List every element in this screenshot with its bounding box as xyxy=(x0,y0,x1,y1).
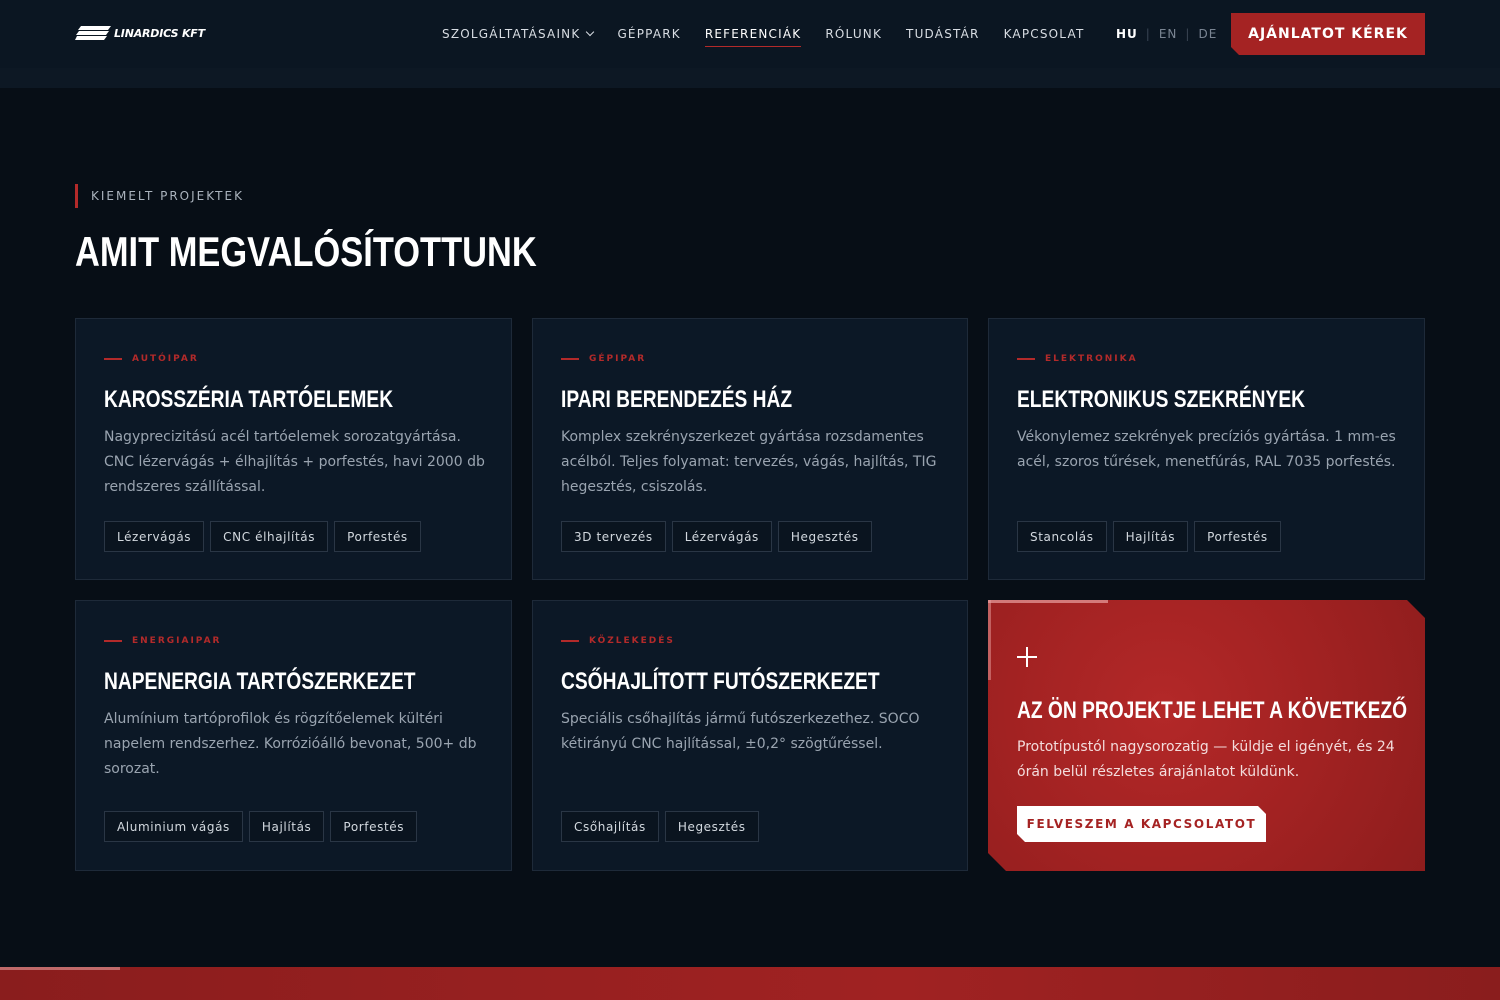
brand-logo[interactable]: LINARDICS KFT xyxy=(75,25,205,41)
category-label: GÉPIPAR xyxy=(589,354,647,364)
tag: Hegesztés xyxy=(777,521,872,552)
nav-item-label: TUDÁSTÁR xyxy=(906,27,980,41)
tag: Lézervágás xyxy=(104,521,205,552)
project-card-electronics[interactable]: ELEKTRONIKA ELEKTRONIKUS SZEKRÉNYEK Véko… xyxy=(988,318,1425,580)
card-description: Komplex szekrényszerkezet gyártása rozsd… xyxy=(561,429,937,495)
cta-accent-line xyxy=(988,600,991,680)
category-label: ENERGIAIPAR xyxy=(132,636,222,646)
language-en[interactable]: EN xyxy=(1159,27,1178,41)
category-label: ELEKTRONIKA xyxy=(1045,354,1138,364)
tag: Lézervágás xyxy=(671,521,772,552)
header-divider xyxy=(0,68,1500,88)
card-category: ENERGIAIPAR xyxy=(104,636,221,646)
card-title: ELEKTRONIKUS SZEKRÉNYEK xyxy=(1017,386,1306,413)
tag: Porfestés xyxy=(330,811,418,842)
nav-item-label: SZOLGÁLTATÁSAINK xyxy=(442,27,581,41)
cta-accent-line xyxy=(988,600,1108,603)
card-tags: 3D tervezés Lézervágás Hegesztés xyxy=(561,521,878,552)
tag: Aluminium vágás xyxy=(104,811,243,842)
card-tags: Lézervágás CNC élhajlítás Porfestés xyxy=(104,521,427,552)
nav-item-knowledge[interactable]: TUDÁSTÁR xyxy=(906,0,980,68)
tag: Hegesztés xyxy=(664,811,759,842)
nav-item-label: REFERENCIÁK xyxy=(704,27,802,41)
site-header: LINARDICS KFT SZOLGÁLTATÁSAINK GÉPPARK R… xyxy=(0,0,1500,68)
nav-item-services[interactable]: SZOLGÁLTATÁSAINK xyxy=(442,0,595,68)
language-hu[interactable]: HU xyxy=(1116,27,1138,41)
card-description: Vékonylemez szekrények precíziós gyártás… xyxy=(1017,429,1396,470)
nav-item-machinery[interactable]: GÉPPARK xyxy=(617,0,680,68)
card-category: KÖZLEKEDÉS xyxy=(561,636,675,646)
nav-item-contact[interactable]: KAPCSOLAT xyxy=(1004,0,1085,68)
tag: Hajlítás xyxy=(248,811,325,842)
plus-icon xyxy=(1017,647,1037,667)
eyebrow-text: KIEMELT PROJEKTEK xyxy=(91,189,244,203)
tag: CNC élhajlítás xyxy=(210,521,329,552)
section-title: AMIT MEGVALÓSÍTOTTUNK xyxy=(75,228,537,275)
tag: 3D tervezés xyxy=(561,521,666,552)
category-line xyxy=(1017,358,1035,360)
card-tags: Csőhajlítás Hegesztés xyxy=(561,811,765,842)
card-tags: Aluminium vágás Hajlítás Porfestés xyxy=(104,811,423,842)
card-description: Speciális csőhajlítás jármű futószerkeze… xyxy=(561,711,920,752)
language-de[interactable]: DE xyxy=(1198,27,1217,41)
tag: Stancolás xyxy=(1017,521,1107,552)
cta-title: AZ ÖN PROJEKTJE LEHET A KÖVETKEZŐ xyxy=(1017,697,1408,724)
card-description: Alumínium tartóprofilok és rögzítőelemek… xyxy=(104,711,477,777)
logo-mark-icon xyxy=(75,26,111,40)
category-line xyxy=(104,358,122,360)
language-separator: | xyxy=(1185,27,1191,41)
cta-description: Prototípustól nagysorozatig — küldje el … xyxy=(1017,739,1395,780)
language-switcher: HU | EN | DE xyxy=(1116,0,1217,68)
nav-item-label: GÉPPARK xyxy=(617,27,681,41)
request-quote-button[interactable]: AJÁNLATOT KÉREK xyxy=(1231,13,1425,55)
project-card-transport[interactable]: KÖZLEKEDÉS CSŐHAJLÍTOTT FUTÓSZERKEZET Sp… xyxy=(532,600,968,871)
card-description: Nagyprecizitású acél tartóelemek sorozat… xyxy=(104,429,485,495)
nav-item-about[interactable]: RÓLUNK xyxy=(825,0,882,68)
tag: Csőhajlítás xyxy=(561,811,659,842)
tag: Porfestés xyxy=(334,521,421,552)
category-line xyxy=(561,640,579,642)
chevron-down-icon xyxy=(586,27,595,37)
next-section-band xyxy=(0,967,1500,1000)
tag: Hajlítás xyxy=(1112,521,1189,552)
category-line xyxy=(104,640,122,642)
card-title: CSŐHAJLÍTOTT FUTÓSZERKEZET xyxy=(561,668,880,695)
language-separator: | xyxy=(1145,27,1151,41)
brand-name: LINARDICS KFT xyxy=(114,26,205,40)
category-label: AUTÓIPAR xyxy=(132,354,199,364)
card-category: ELEKTRONIKA xyxy=(1017,354,1138,364)
project-card-energy[interactable]: ENERGIAIPAR NAPENERGIA TARTÓSZERKEZET Al… xyxy=(75,600,512,871)
category-label: KÖZLEKEDÉS xyxy=(589,636,675,646)
main-nav: SZOLGÁLTATÁSAINK GÉPPARK REFERENCIÁK RÓL… xyxy=(442,0,1108,68)
nav-item-label: RÓLUNK xyxy=(825,27,883,41)
card-title: NAPENERGIA TARTÓSZERKEZET xyxy=(104,668,416,695)
tag: Porfestés xyxy=(1194,521,1281,552)
section-eyebrow: KIEMELT PROJEKTEK xyxy=(75,184,244,208)
card-title: KAROSSZÉRIA TARTÓELEMEK xyxy=(104,386,394,413)
cta-card: AZ ÖN PROJEKTJE LEHET A KÖVETKEZŐ Protot… xyxy=(988,600,1425,871)
card-category: AUTÓIPAR xyxy=(104,354,199,364)
category-line xyxy=(561,358,579,360)
eyebrow-accent-bar xyxy=(75,184,78,208)
project-card-machinery[interactable]: GÉPIPAR IPARI BERENDEZÉS HÁZ Komplex sze… xyxy=(532,318,968,580)
contact-button[interactable]: FELVESZEM A KAPCSOLATOT xyxy=(1017,806,1266,842)
band-accent-line xyxy=(0,967,120,970)
nav-item-label: KAPCSOLAT xyxy=(1003,27,1085,41)
nav-item-references[interactable]: REFERENCIÁK xyxy=(704,0,802,68)
project-card-automotive[interactable]: AUTÓIPAR KAROSSZÉRIA TARTÓELEMEK Nagypre… xyxy=(75,318,512,580)
card-category: GÉPIPAR xyxy=(561,354,646,364)
card-title: IPARI BERENDEZÉS HÁZ xyxy=(561,386,793,413)
card-tags: Stancolás Hajlítás Porfestés xyxy=(1017,521,1287,552)
